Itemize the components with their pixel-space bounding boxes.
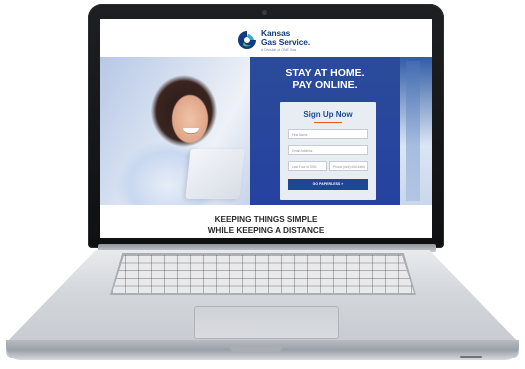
hero-photo-woman-with-laptop — [100, 57, 250, 205]
footer-line1: KEEPING THINGS SIMPLE — [214, 215, 318, 224]
status-led-icon — [460, 356, 482, 358]
hero-headline: STAY AT HOME. PAY ONLINE. — [250, 67, 400, 91]
ssn-last4-field[interactable]: Last Four of SSN — [288, 161, 327, 171]
brand-name-line2: Gas Service. — [261, 37, 311, 47]
go-paperless-button[interactable]: GO PAPERLESS » — [288, 179, 368, 190]
keyboard-grid — [112, 255, 414, 293]
webcam-icon — [262, 10, 267, 15]
smile-shape — [183, 128, 199, 134]
hero-section: STAY AT HOME. PAY ONLINE. Sign Up Now Fi… — [100, 57, 432, 205]
first-name-field[interactable]: First Name — [288, 129, 368, 139]
trackpad — [194, 306, 339, 339]
kansas-gas-flame-logo-icon — [237, 30, 257, 50]
footer-tagline: KEEPING THINGS SIMPLE WHILE KEEPING A DI… — [100, 214, 432, 236]
lid-notch — [230, 346, 282, 352]
footer-line2: WHILE KEEPING A DISTANCE — [207, 226, 325, 235]
laptop-screen: Kansas Gas Service. A Division of ONE Ga… — [100, 19, 432, 238]
signup-title-underline — [314, 122, 342, 123]
headline-line2: PAY ONLINE. — [292, 79, 358, 91]
brand-logo[interactable]: Kansas Gas Service. A Division of ONE Ga… — [236, 27, 326, 55]
signup-form: Sign Up Now First Name Email Address Las… — [280, 102, 376, 200]
photo-laptop-shape — [185, 149, 245, 199]
email-field[interactable]: Email Address — [288, 145, 368, 155]
brand-tagline: A Division of ONE Gas — [261, 48, 297, 52]
headline-line1: STAY AT HOME. — [285, 67, 365, 79]
phone-field[interactable]: Phone (###) ###-#### — [329, 161, 368, 171]
signup-title: Sign Up Now — [303, 110, 353, 119]
hero-right-strip — [400, 57, 432, 205]
